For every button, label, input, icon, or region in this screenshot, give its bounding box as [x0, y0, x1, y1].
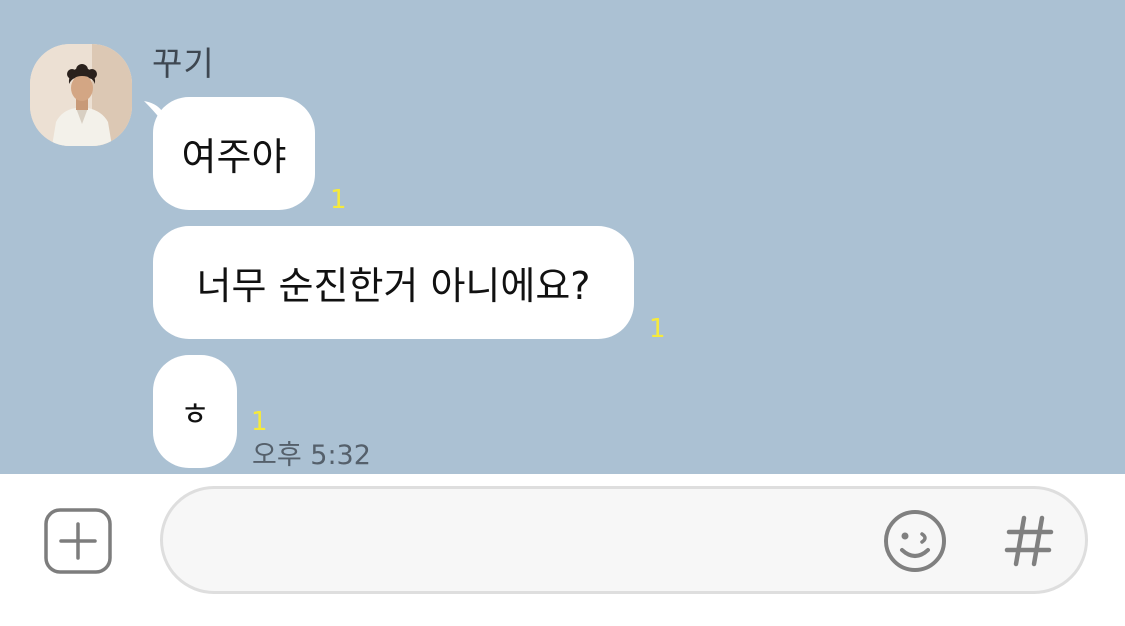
message-text: ㅎ	[180, 394, 210, 433]
chat-area[interactable]: 꾸기 여주야 1 너무 순진한거 아니에요? 1 ㅎ 1 오후 5:32	[0, 0, 1125, 474]
smiley-icon	[884, 510, 946, 572]
message-bubble[interactable]: 여주야	[153, 97, 315, 210]
message-field[interactable]	[160, 486, 1088, 594]
emoji-button[interactable]	[882, 508, 948, 574]
message-text: 여주야	[181, 135, 287, 179]
unread-count: 1	[649, 314, 666, 344]
hashtag-button[interactable]	[1000, 508, 1058, 574]
avatar-photo	[30, 44, 132, 146]
unread-count: 1	[251, 407, 268, 437]
hash-icon	[1004, 515, 1054, 567]
message-bubble[interactable]: 너무 순진한거 아니에요?	[153, 226, 634, 339]
unread-count: 1	[330, 185, 347, 215]
message-text: 너무 순진한거 아니에요?	[196, 264, 591, 308]
message-timestamp: 오후 5:32	[252, 440, 371, 471]
sender-avatar[interactable]	[30, 44, 132, 146]
message-bubble[interactable]: ㅎ	[153, 355, 237, 468]
message-input[interactable]	[203, 511, 867, 571]
sender-name: 꾸기	[152, 44, 215, 83]
plus-square-icon	[44, 508, 112, 574]
attach-button[interactable]	[44, 508, 112, 574]
